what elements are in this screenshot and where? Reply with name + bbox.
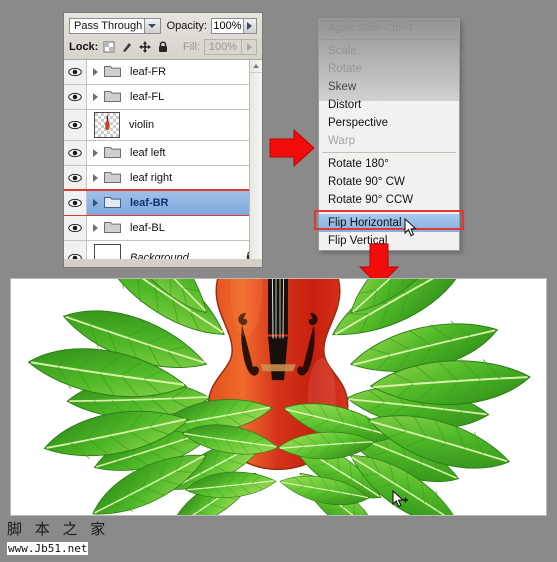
fill-input: 100% — [204, 38, 242, 55]
menu-item-perspective[interactable]: Perspective — [319, 114, 459, 132]
eye-icon — [68, 198, 82, 208]
opacity-slider-button[interactable] — [243, 17, 257, 34]
watermark-url: www.Jb51.net — [7, 542, 89, 555]
folder-icon — [104, 89, 121, 105]
violin-thumbnail-icon — [95, 113, 119, 137]
layer-row[interactable]: violin — [64, 110, 262, 141]
layer-name: leaf left — [130, 147, 166, 159]
red-right-arrow — [268, 128, 316, 168]
layer-visibility-toggle[interactable] — [64, 191, 87, 215]
eye-icon — [68, 173, 82, 183]
lock-row: Lock: Fill: 100% — [69, 37, 257, 56]
layer-list: leaf-FR leaf-FL violin leaf left leaf ri… — [64, 60, 262, 259]
group-expand-triangle[interactable] — [93, 68, 98, 76]
menu-item-flip-horizontal[interactable]: Flip Horizontal — [319, 214, 459, 232]
lock-image-pixels-icon[interactable] — [121, 41, 133, 53]
lock-transparent-pixels-icon[interactable] — [103, 41, 115, 53]
eye-icon — [68, 67, 82, 77]
layer-name: leaf-FL — [130, 91, 165, 103]
eye-icon — [68, 223, 82, 233]
eye-icon — [68, 148, 82, 158]
layer-visibility-toggle[interactable] — [64, 85, 87, 109]
layer-row[interactable]: leaf-FL — [64, 85, 262, 110]
menu-separator — [322, 39, 456, 40]
layer-name: violin — [129, 119, 155, 131]
folder-icon — [104, 145, 121, 161]
menu-item-again[interactable]: Again Shift+Ctrl+T — [319, 19, 459, 37]
menu-item-skew[interactable]: Skew — [319, 78, 459, 96]
layer-name: leaf-BL — [130, 222, 165, 234]
layer-name: leaf-FR — [130, 66, 167, 78]
lock-all-icon[interactable] — [157, 40, 169, 53]
transform-context-menu: Again Shift+Ctrl+T Scale Rotate Skew Dis… — [318, 18, 460, 251]
lock-position-icon[interactable] — [139, 40, 152, 53]
layers-scrollbar[interactable] — [249, 60, 262, 259]
layer-row-selected[interactable]: leaf-BR — [64, 189, 262, 217]
layer-row[interactable]: Background — [64, 241, 262, 259]
folder-icon — [104, 64, 121, 80]
layer-thumbnail[interactable] — [94, 112, 120, 138]
chevron-down-icon[interactable] — [143, 18, 160, 33]
layer-row[interactable]: leaf-BL — [64, 216, 262, 241]
menu-separator — [322, 211, 456, 212]
group-expand-triangle[interactable] — [93, 224, 98, 232]
blend-mode-dropdown[interactable]: Pass Through — [69, 17, 161, 34]
menu-item-rotate-180[interactable]: Rotate 180° — [319, 155, 459, 173]
menu-item-scale[interactable]: Scale — [319, 42, 459, 60]
layer-name: leaf right — [130, 172, 173, 184]
layer-row[interactable]: leaf left — [64, 141, 262, 166]
layer-visibility-toggle[interactable] — [64, 141, 87, 165]
eye-icon — [68, 92, 82, 102]
opacity-input[interactable]: 100% — [210, 17, 244, 34]
menu-item-rotate-90-ccw[interactable]: Rotate 90° CCW — [319, 191, 459, 209]
layer-visibility-toggle[interactable] — [64, 216, 87, 240]
lock-label: Lock: — [69, 40, 99, 53]
opacity-label: Opacity: — [166, 19, 207, 32]
eye-icon — [68, 120, 82, 130]
layer-thumbnail[interactable] — [94, 244, 121, 259]
violin-leaves-artwork — [11, 279, 546, 515]
fill-slider-button — [242, 38, 257, 55]
blend-mode-value: Pass Through — [74, 19, 143, 32]
layer-row[interactable]: leaf right — [64, 166, 262, 191]
eye-icon — [68, 253, 82, 259]
layer-name: Background — [130, 251, 189, 260]
layer-visibility-toggle[interactable] — [64, 166, 87, 190]
scroll-up-button[interactable] — [250, 60, 262, 73]
folder-icon — [104, 195, 121, 211]
layer-row[interactable]: leaf-FR — [64, 60, 262, 85]
screenshot-stage: Pass Through Opacity: 100% Lock: Fill: 1… — [0, 0, 557, 562]
menu-item-rotate-90-cw[interactable]: Rotate 90° CW — [319, 173, 459, 191]
menu-separator — [322, 152, 456, 153]
group-expand-triangle[interactable] — [93, 149, 98, 157]
layers-panel: Pass Through Opacity: 100% Lock: Fill: 1… — [63, 12, 263, 268]
group-expand-triangle[interactable] — [93, 93, 98, 101]
lock-icons-group — [103, 40, 169, 53]
watermark-site-name: 脚 本 之 家 — [7, 520, 110, 538]
menu-item-rotate[interactable]: Rotate — [319, 60, 459, 78]
folder-icon — [104, 170, 121, 186]
watermark: 脚 本 之 家 www.Jb51.net — [7, 518, 109, 555]
layer-name: leaf-BR — [130, 197, 169, 209]
group-expand-triangle[interactable] — [93, 199, 98, 207]
blend-opacity-row: Pass Through Opacity: 100% — [69, 17, 257, 34]
image-canvas[interactable] — [10, 278, 547, 516]
menu-item-warp[interactable]: Warp — [319, 132, 459, 150]
fill-label: Fill: — [182, 40, 200, 53]
group-expand-triangle[interactable] — [93, 174, 98, 182]
layer-visibility-toggle[interactable] — [64, 110, 87, 140]
layer-visibility-toggle[interactable] — [64, 60, 87, 84]
menu-item-distort[interactable]: Distort — [319, 96, 459, 114]
layers-panel-options: Pass Through Opacity: 100% Lock: Fill: 1… — [64, 13, 262, 60]
folder-icon — [104, 220, 121, 236]
layer-visibility-toggle[interactable] — [64, 241, 87, 259]
